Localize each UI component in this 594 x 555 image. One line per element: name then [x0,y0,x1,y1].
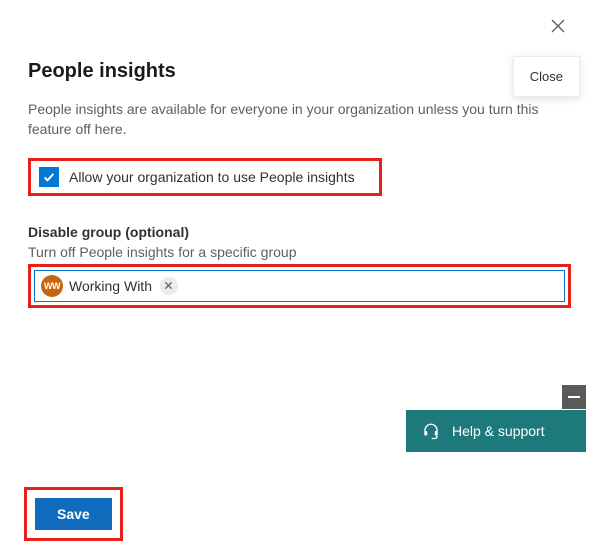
disable-group-highlight: WW Working With [28,264,571,308]
checkmark-icon [42,170,56,184]
minimize-button[interactable] [562,385,586,409]
allow-insights-checkbox[interactable] [39,167,59,187]
save-button[interactable]: Save [35,498,112,530]
group-chip-label: Working With [69,278,152,294]
headset-icon [422,422,440,440]
remove-icon [164,281,173,290]
disable-group-label: Disable group (optional) [28,224,566,240]
page-description: People insights are available for everyo… [28,99,548,140]
page-title: People insights [28,60,566,83]
help-support-label: Help & support [452,423,545,439]
allow-insights-highlight: Allow your organization to use People in… [28,158,382,196]
disable-group-input[interactable]: WW Working With [34,270,565,302]
group-chip-remove[interactable] [160,277,178,295]
people-insights-panel: Close People insights People insights ar… [0,0,594,555]
close-button[interactable] [550,18,570,38]
minus-icon [568,396,580,398]
allow-insights-label: Allow your organization to use People in… [69,169,355,185]
close-icon [550,18,566,34]
close-tooltip: Close [513,56,580,97]
disable-group-help: Turn off People insights for a specific … [28,244,566,260]
save-highlight: Save [24,487,123,541]
group-chip-avatar: WW [41,275,63,297]
help-support-button[interactable]: Help & support [406,410,586,452]
